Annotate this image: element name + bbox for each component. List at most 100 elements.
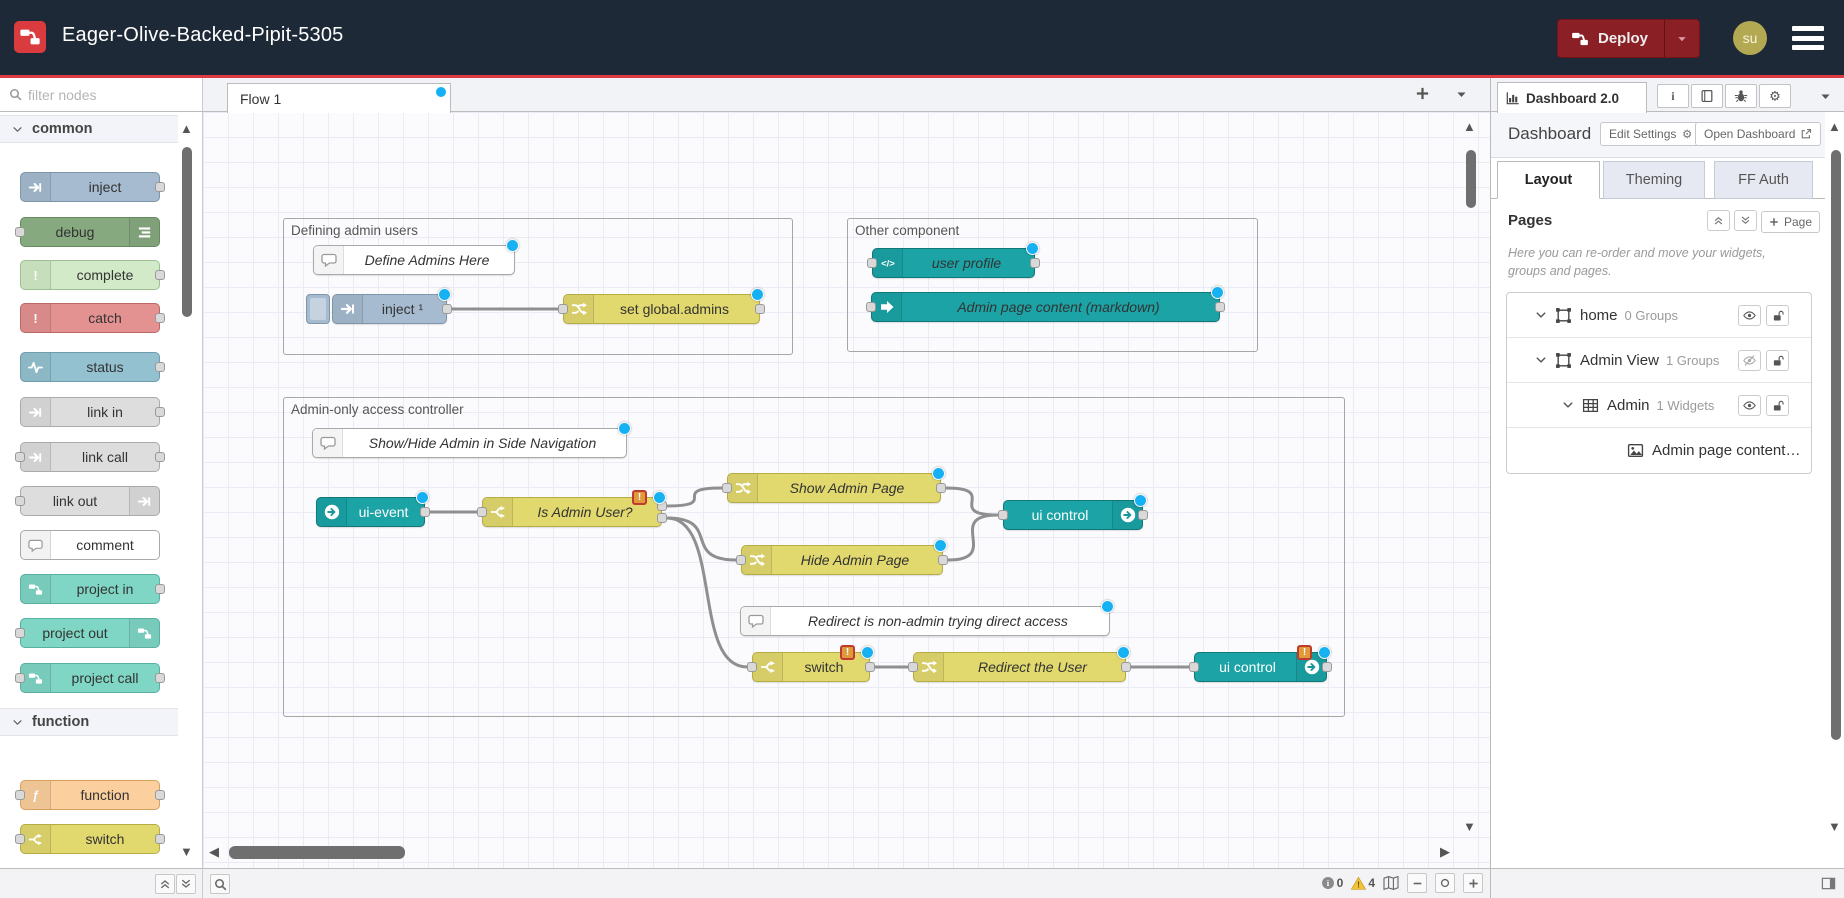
pages-move-down-button[interactable]: [1734, 210, 1757, 231]
port-output[interactable]: [936, 483, 946, 493]
tab-info[interactable]: i: [1657, 84, 1689, 108]
palette-node-comment[interactable]: comment: [20, 530, 160, 560]
flow-canvas[interactable]: ▲ ▼ ◀ ▶ Defining admin usersOther compon…: [203, 112, 1490, 868]
port-input[interactable]: [15, 628, 25, 638]
port-output[interactable]: [155, 452, 165, 462]
port-input[interactable]: [477, 507, 487, 517]
flow-node-uievent[interactable]: ui-event: [316, 497, 425, 527]
chevron-down-icon[interactable]: [1535, 309, 1547, 321]
port-input[interactable]: [722, 483, 732, 493]
tab-config[interactable]: ⚙: [1759, 84, 1791, 108]
port-output[interactable]: [938, 555, 948, 565]
port-output[interactable]: [865, 662, 875, 672]
palette-node-inject[interactable]: inject: [20, 172, 160, 202]
visibility-toggle[interactable]: [1738, 305, 1761, 326]
port-output[interactable]: [1138, 510, 1148, 520]
port-output[interactable]: [155, 362, 165, 372]
warning-count[interactable]: !4: [1351, 876, 1375, 891]
pages-move-up-button[interactable]: [1707, 210, 1730, 231]
port-output[interactable]: [420, 507, 430, 517]
flow-node-hide[interactable]: Hide Admin Page: [741, 545, 943, 575]
port-output[interactable]: [155, 407, 165, 417]
lock-toggle[interactable]: [1766, 305, 1789, 326]
sidebar-scroll-up[interactable]: ▲: [1828, 120, 1841, 133]
tab-help[interactable]: [1691, 84, 1723, 108]
pages-tree-row-home[interactable]: home0 Groups: [1507, 293, 1811, 338]
add-page-button[interactable]: Page: [1761, 211, 1820, 233]
port-output[interactable]: [155, 182, 165, 192]
zoom-in-button[interactable]: [1463, 873, 1483, 893]
palette-collapse-all-button[interactable]: [155, 874, 175, 894]
flow-node-userprofile[interactable]: </>user profile: [872, 248, 1035, 278]
palette-filter[interactable]: filter nodes: [0, 78, 203, 112]
tab-layout[interactable]: Layout: [1497, 161, 1600, 199]
chevron-down-icon[interactable]: [1535, 354, 1547, 366]
port-output[interactable]: [155, 834, 165, 844]
flow-node-comment2[interactable]: Show/Hide Admin in Side Navigation: [312, 428, 627, 458]
port-output[interactable]: [1030, 258, 1040, 268]
port-input[interactable]: [15, 496, 25, 506]
palette-node-switch[interactable]: switch: [20, 824, 160, 854]
tab-ff-auth[interactable]: FF Auth: [1714, 161, 1813, 199]
port-output[interactable]: [155, 584, 165, 594]
pages-tree-row-admin[interactable]: Admin1 Widgets: [1507, 383, 1811, 428]
port-output[interactable]: [442, 304, 452, 314]
navigator-toggle[interactable]: [1383, 875, 1399, 891]
flow-node-switch[interactable]: switch!: [752, 652, 870, 682]
tab-dashboard-2[interactable]: Dashboard 2.0: [1497, 82, 1647, 113]
flow-node-admincontent[interactable]: Admin page content (markdown): [871, 292, 1220, 322]
port-output[interactable]: [155, 313, 165, 323]
tab-theming[interactable]: Theming: [1603, 161, 1705, 199]
port-output-2[interactable]: [657, 513, 667, 523]
palette-node-project-in[interactable]: project in: [20, 574, 160, 604]
flow-list-caret[interactable]: [1455, 88, 1468, 101]
main-menu-button[interactable]: [1792, 26, 1824, 50]
port-input[interactable]: [867, 258, 877, 268]
port-input[interactable]: [558, 304, 568, 314]
port-output[interactable]: [155, 673, 165, 683]
tab-flow-1[interactable]: Flow 1: [227, 83, 451, 113]
port-input[interactable]: [15, 452, 25, 462]
flow-node-uicontrol2[interactable]: ui control!: [1194, 652, 1327, 682]
palette-scroll-up[interactable]: ▲: [180, 122, 193, 135]
sidebar-tabs-caret[interactable]: [1819, 90, 1832, 103]
user-avatar[interactable]: su: [1733, 21, 1767, 55]
collapse-sidebar-icon[interactable]: [1821, 876, 1836, 891]
palette-category-function[interactable]: function: [0, 708, 178, 736]
error-count[interactable]: i0: [1321, 876, 1344, 890]
flow-node-show[interactable]: Show Admin Page: [727, 473, 941, 503]
lock-toggle[interactable]: [1766, 350, 1789, 371]
deploy-button[interactable]: Deploy: [1557, 19, 1700, 58]
search-flows-button[interactable]: [210, 874, 230, 894]
port-input[interactable]: [15, 790, 25, 800]
port-output[interactable]: [755, 304, 765, 314]
sidebar-vscroll-thumb[interactable]: [1831, 150, 1841, 740]
palette-node-project-call[interactable]: project call: [20, 663, 160, 693]
flow-node-comment3[interactable]: Redirect is non-admin trying direct acce…: [740, 606, 1110, 636]
flow-node-change1[interactable]: set global.admins: [563, 294, 760, 324]
palette-node-project-out[interactable]: project out: [20, 618, 160, 648]
port-input[interactable]: [15, 673, 25, 683]
deploy-button-main[interactable]: Deploy: [1558, 30, 1664, 48]
add-flow-button[interactable]: [1415, 86, 1430, 101]
chevron-down-icon[interactable]: [1562, 399, 1574, 411]
port-input[interactable]: [15, 834, 25, 844]
port-input[interactable]: [866, 302, 876, 312]
zoom-reset-button[interactable]: [1435, 873, 1455, 893]
edit-settings-button[interactable]: Edit Settings ⚙: [1600, 122, 1702, 146]
palette-expand-all-button[interactable]: [176, 874, 196, 894]
port-input[interactable]: [15, 227, 25, 237]
palette-node-function[interactable]: ƒfunction: [20, 780, 160, 810]
visibility-toggle[interactable]: [1738, 395, 1761, 416]
palette-node-catch[interactable]: !catch: [20, 303, 160, 333]
port-output[interactable]: [1215, 302, 1225, 312]
lock-toggle[interactable]: [1766, 395, 1789, 416]
palette-node-debug[interactable]: debug: [20, 217, 160, 247]
sidebar-scroll-down[interactable]: ▼: [1828, 820, 1841, 833]
palette-node-complete[interactable]: !complete: [20, 260, 160, 290]
port-output[interactable]: [1322, 662, 1332, 672]
palette-vscroll-thumb[interactable]: [182, 147, 192, 317]
open-dashboard-button[interactable]: Open Dashboard: [1695, 122, 1821, 146]
flow-node-redirect[interactable]: Redirect the User: [913, 652, 1126, 682]
palette-node-link-call[interactable]: link call: [20, 442, 160, 472]
